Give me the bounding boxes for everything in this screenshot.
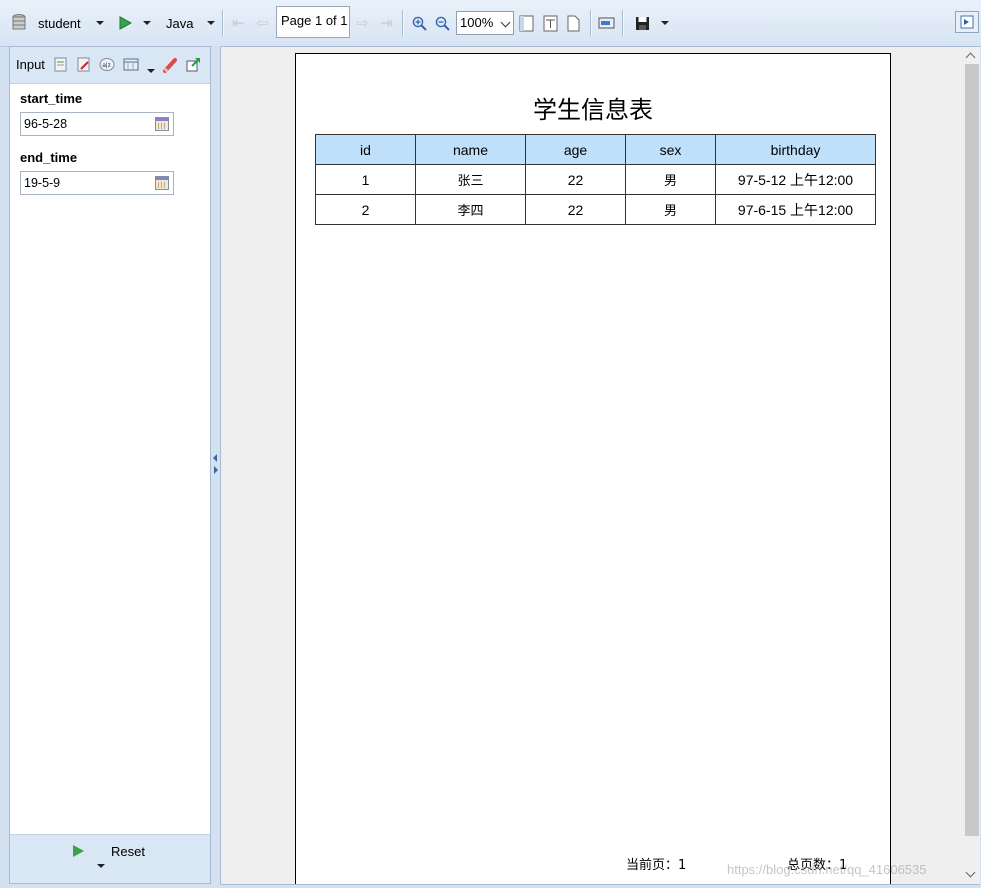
actual-size-icon[interactable] (567, 12, 580, 34)
run-report-icon[interactable] (73, 845, 84, 857)
end-time-value: 19-5-9 (24, 176, 61, 190)
main-toolbar: student Java ⇤ ⇦ Page 1 of 1 ⇨ ⇥ 100% (0, 0, 981, 47)
calendar-icon[interactable] (155, 117, 169, 131)
table-row: 1 张三 22 男 97-5-12 上午12:00 (315, 164, 876, 195)
current-page-footer: 当前页：1 (626, 854, 686, 873)
column-header-id: id (315, 134, 416, 165)
current-page-value: 1 (678, 858, 687, 873)
zoom-value: 100% (460, 15, 494, 30)
panel-title: Input (16, 57, 45, 72)
cell-sex: 男 (625, 194, 716, 225)
reset-button[interactable]: Reset (111, 844, 145, 859)
text-parameter-icon[interactable]: a|z (99, 57, 115, 72)
current-page-label: 当前页： (626, 858, 679, 873)
edit-parameter-icon[interactable] (77, 57, 91, 72)
page-indicator[interactable]: Page 1 of 1 (276, 6, 350, 38)
save-dropdown-chevron-icon[interactable] (661, 12, 669, 34)
save-icon[interactable] (635, 12, 650, 34)
parameters-panel: Input a|z start_time 96-5-28 end_time 19… (9, 46, 211, 884)
first-page-icon[interactable]: ⇤ (232, 12, 245, 34)
vertical-scrollbar[interactable] (963, 47, 980, 884)
last-page-icon[interactable]: ⇥ (380, 12, 393, 34)
add-parameter-icon[interactable] (54, 57, 68, 72)
report-page: 学生信息表 id name age sex birthday 1 张三 22 男… (295, 53, 891, 884)
calendar-icon[interactable] (155, 176, 169, 190)
table-row: 2 李四 22 男 97-6-15 上午12:00 (315, 194, 876, 225)
report-name[interactable]: student (38, 12, 81, 34)
chevron-down-icon[interactable] (147, 61, 161, 76)
student-table: id name age sex birthday 1 张三 22 男 97-5-… (315, 134, 876, 225)
panel-splitter[interactable] (212, 46, 220, 884)
collapse-left-icon[interactable] (213, 454, 217, 462)
next-page-icon[interactable]: ⇨ (356, 12, 369, 34)
report-viewer: 学生信息表 id name age sex birthday 1 张三 22 男… (220, 46, 980, 885)
database-icon[interactable] (12, 12, 26, 34)
panel-toggle-icon (960, 15, 974, 29)
parameters-panel-header: Input a|z (10, 47, 210, 84)
clear-icon[interactable] (162, 57, 177, 73)
chevron-down-icon (500, 17, 511, 28)
cell-age: 22 (525, 164, 626, 195)
scrollbar-thumb[interactable] (965, 64, 979, 836)
apply-icon[interactable] (186, 57, 200, 72)
cell-birthday: 97-5-12 上午12:00 (715, 164, 876, 195)
column-header-name: name (415, 134, 526, 165)
run-dropdown-chevron-icon[interactable] (143, 12, 151, 34)
zoom-select[interactable]: 100% (456, 11, 514, 35)
expand-right-icon[interactable] (214, 466, 218, 474)
previous-page-icon[interactable]: ⇦ (256, 12, 269, 34)
scroll-down-icon[interactable] (965, 867, 976, 878)
cell-birthday: 97-6-15 上午12:00 (715, 194, 876, 225)
table-header-row: id name age sex birthday (315, 134, 876, 165)
export-icon[interactable] (598, 12, 615, 34)
fit-width-icon[interactable] (543, 12, 558, 34)
column-header-sex: sex (625, 134, 716, 165)
cell-id: 2 (315, 194, 416, 225)
cell-sex: 男 (625, 164, 716, 195)
run-options-chevron-down-icon[interactable] (97, 856, 105, 871)
language-selector[interactable]: Java (166, 12, 193, 34)
watermark: https://blog.csdn.net/qq_41606535 (727, 862, 927, 877)
run-icon[interactable] (118, 12, 132, 34)
language-dropdown-chevron-icon[interactable] (207, 12, 215, 34)
end-time-label: end_time (20, 150, 78, 165)
report-title: 学生信息表 (533, 96, 653, 124)
cell-name: 李四 (415, 194, 526, 225)
cell-name: 张三 (415, 164, 526, 195)
cell-id: 1 (315, 164, 416, 195)
fit-page-icon[interactable] (519, 12, 534, 34)
start-time-field[interactable]: 96-5-28 (20, 112, 174, 136)
start-time-label: start_time (20, 91, 83, 106)
report-dropdown-chevron-icon[interactable] (96, 12, 104, 34)
start-time-value: 96-5-28 (24, 117, 68, 131)
column-header-age: age (525, 134, 626, 165)
parameters-panel-footer: Reset (10, 834, 210, 883)
date-parameter-icon[interactable] (123, 57, 139, 72)
toggle-panel-button[interactable] (955, 11, 979, 33)
column-header-birthday: birthday (715, 134, 876, 165)
scroll-up-icon[interactable] (965, 52, 976, 63)
zoom-out-icon[interactable] (435, 12, 450, 34)
svg-text:a|z: a|z (102, 62, 111, 69)
cell-age: 22 (525, 194, 626, 225)
zoom-in-icon[interactable] (412, 12, 427, 34)
end-time-field[interactable]: 19-5-9 (20, 171, 174, 195)
